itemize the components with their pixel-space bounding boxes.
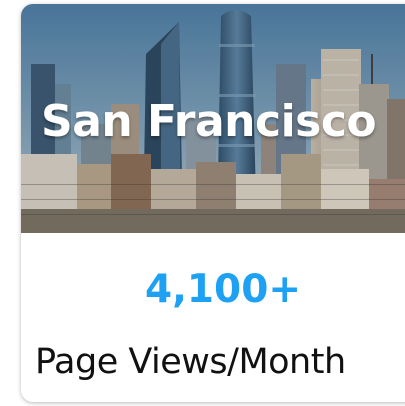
- stat-value: 4,100+: [144, 267, 302, 312]
- stat-label: Page Views/Month: [35, 342, 346, 382]
- city-skyline-image: San Francisco: [21, 4, 405, 233]
- city-stat-card[interactable]: San Francisco 4,100+ Page Views/Month: [21, 4, 405, 402]
- city-title: San Francisco: [41, 96, 377, 147]
